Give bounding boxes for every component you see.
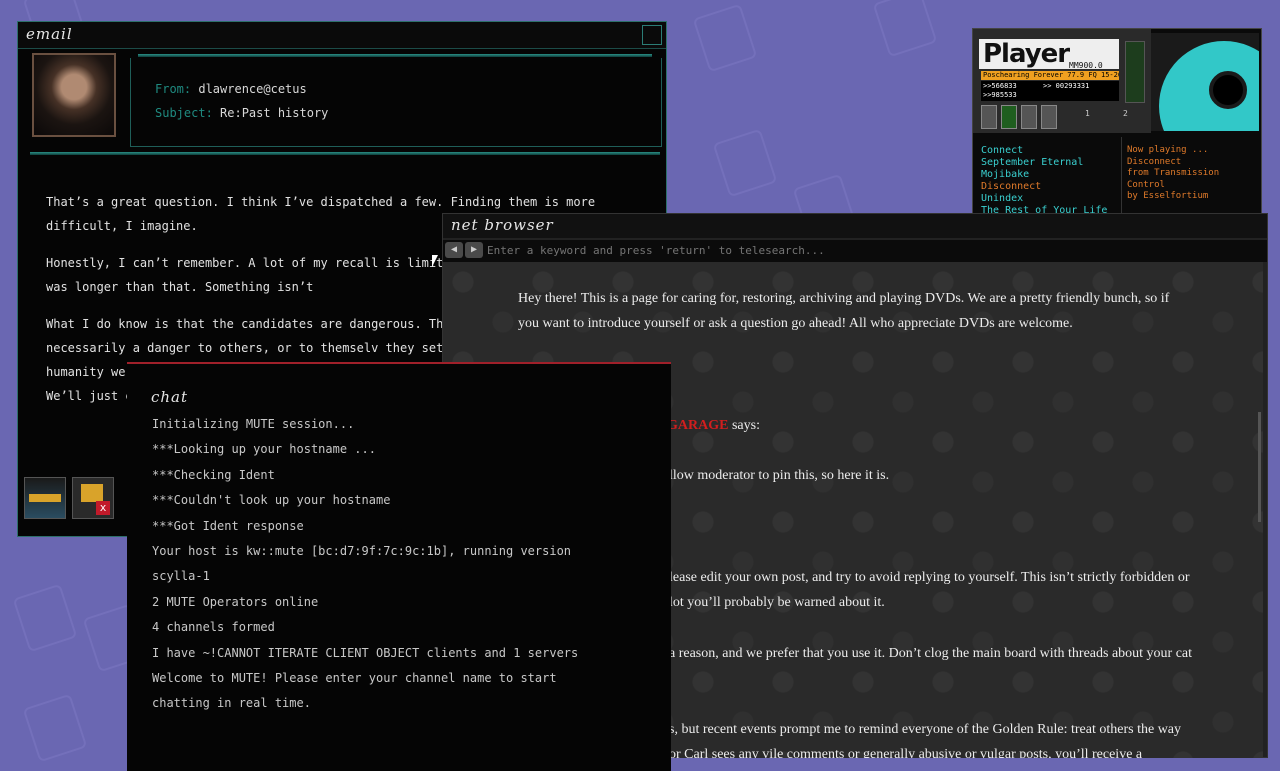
- post-text: a reason, and we prefer that you use it.…: [669, 646, 1193, 661]
- divider: [138, 54, 652, 57]
- from-value: dlawrence@cetus: [198, 82, 307, 96]
- desktop-logo-icon: [872, 0, 938, 58]
- maximize-icon[interactable]: [642, 25, 662, 45]
- post-text: lot you’ll probably be warned about it.: [669, 595, 885, 610]
- says-label: says:: [728, 418, 760, 433]
- desktop-logo-icon: [712, 128, 778, 198]
- now-playing-line: by Esselfortium: [1127, 191, 1209, 201]
- playlist-item-active[interactable]: Disconnect: [981, 181, 1121, 193]
- play-button[interactable]: [1001, 105, 1017, 129]
- back-arrow-icon[interactable]: ◀: [445, 242, 463, 258]
- address-bar: ◀ ▶: [443, 240, 1267, 262]
- playlist-item[interactable]: Unindex: [981, 193, 1121, 205]
- now-playing-line: from Transmission: [1127, 168, 1220, 178]
- chat-line: 2 MUTE Operators online: [152, 594, 319, 609]
- slot-1-label[interactable]: 1: [1085, 109, 1090, 118]
- intro-line: Hey there! This is a page for caring for…: [518, 291, 1170, 306]
- browser-title: net browser: [451, 216, 554, 234]
- disc-hole: [1209, 71, 1247, 109]
- chat-line: ***Got Ident response: [152, 518, 304, 533]
- player-tagline: Poschearing Forever 77.9 FQ 15-26000: [981, 71, 1119, 80]
- sender-avatar: [32, 53, 116, 137]
- chat-line: Your host is kw::mute [bc:d7:9f:7c:9c:1b…: [152, 544, 572, 559]
- mouse-cursor-icon: [432, 255, 438, 267]
- browser-titlebar[interactable]: net browser: [443, 214, 1267, 238]
- post-text: s, but recent events prompt me to remind…: [669, 722, 1182, 737]
- subject-label: Subject:: [155, 106, 213, 120]
- desktop-logo-icon: [692, 3, 758, 73]
- playlist-item[interactable]: Connect: [981, 145, 1121, 157]
- scrollbar[interactable]: [1258, 412, 1261, 522]
- delete-mail-icon[interactable]: x: [72, 477, 114, 519]
- chat-line: 4 channels formed: [152, 620, 275, 635]
- stop-button[interactable]: [1041, 105, 1057, 129]
- divider: [30, 152, 660, 155]
- chat-window: chat Initializing MUTE session... ***Loo…: [127, 362, 671, 771]
- playlist-item[interactable]: September Eternal: [981, 157, 1121, 169]
- desktop-logo-icon: [12, 583, 78, 653]
- chat-title: chat: [151, 388, 189, 406]
- now-playing-line: Control: [1127, 179, 1165, 190]
- playlist: Connect September Eternal Mojibake Disco…: [981, 145, 1121, 217]
- post-author-line: GARAGE says:: [667, 413, 760, 438]
- inbox-icon[interactable]: [24, 477, 66, 519]
- disc-visual: [1151, 33, 1259, 131]
- chat-line: ***Couldn't look up your hostname: [152, 493, 391, 508]
- chat-line: chatting in real time.: [152, 696, 311, 711]
- email-titlebar[interactable]: email: [18, 22, 666, 49]
- player-model: MM900.0: [1069, 61, 1103, 70]
- player-panel: Player MM900.0 Poschearing Forever 77.9 …: [973, 29, 1151, 133]
- subject-value: Re:Past history: [220, 106, 329, 120]
- post-text: or Carl sees any vile comments or genera…: [669, 747, 1143, 758]
- forward-arrow-icon[interactable]: ▶: [465, 242, 483, 258]
- level-meter: [1125, 41, 1145, 103]
- now-playing: Now playing ... Disconnect from Transmis…: [1127, 145, 1259, 203]
- desktop-logo-icon: [22, 693, 88, 763]
- now-playing-line: Now playing ...: [1127, 145, 1209, 155]
- slot-2-label[interactable]: 2: [1123, 109, 1128, 118]
- player-counters: >>566833 >>985533 >> 00293331: [981, 81, 1119, 101]
- chat-line: ***Checking Ident: [152, 467, 275, 482]
- post-author[interactable]: GARAGE: [667, 418, 728, 433]
- intro-line: you want to introduce yourself or ask a …: [518, 316, 1073, 331]
- now-playing-line: Disconnect: [1127, 156, 1182, 167]
- telesearch-input[interactable]: [487, 241, 1007, 259]
- chat-line: Welcome to MUTE! Please enter your chann…: [152, 671, 557, 686]
- post-text: llow moderator to pin this, so here it i…: [669, 468, 890, 483]
- counter-3: >> 00293331: [1043, 82, 1090, 90]
- from-label: From:: [155, 82, 192, 96]
- chat-log: Initializing MUTE session... ***Looking …: [152, 412, 662, 717]
- email-header: From: dlawrence@cetus Subject: Re:Past h…: [130, 58, 662, 147]
- playlist-item[interactable]: Mojibake: [981, 169, 1121, 181]
- chat-line: I have ~!CANNOT ITERATE CLIENT OBJECT cl…: [152, 645, 579, 660]
- counter-1: >>566833: [983, 82, 1017, 90]
- rewind-button[interactable]: [981, 105, 997, 129]
- chat-line: Initializing MUTE session...: [152, 417, 355, 431]
- chat-line: scylla-1: [152, 569, 210, 584]
- counter-2: >>985533: [983, 91, 1017, 99]
- email-title: email: [26, 25, 73, 43]
- pause-button[interactable]: [1021, 105, 1037, 129]
- post-text: lease edit your own post, and try to avo…: [669, 570, 1190, 585]
- chat-line: ***Looking up your hostname ...: [152, 442, 376, 457]
